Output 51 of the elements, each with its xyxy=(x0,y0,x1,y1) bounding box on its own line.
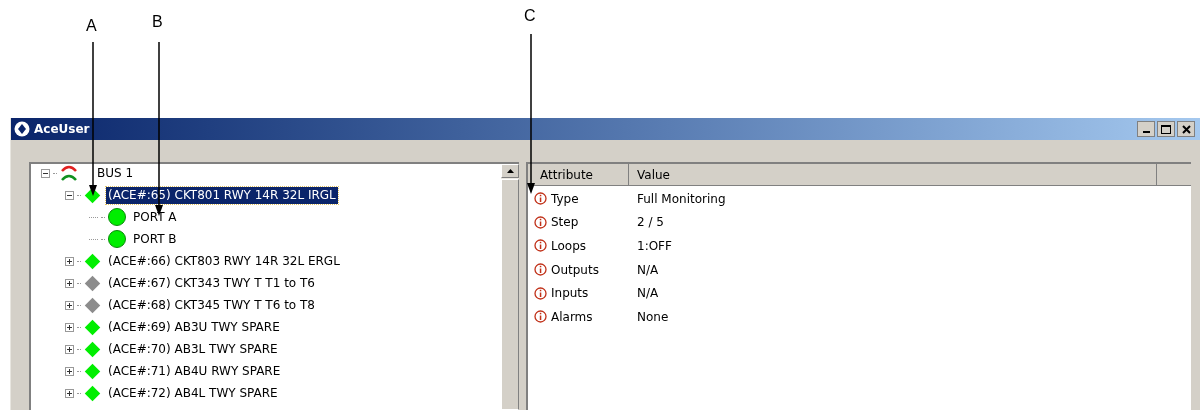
minimize-button[interactable] xyxy=(1137,121,1155,137)
scroll-up-button[interactable] xyxy=(501,164,519,179)
window-title: AceUser xyxy=(34,121,90,138)
attribute-value: Full Monitoring xyxy=(636,190,726,208)
attribute-name: Alarms xyxy=(551,308,593,326)
tree-item[interactable]: BUS 1 xyxy=(95,164,136,182)
expand-toggle-icon[interactable] xyxy=(65,256,74,266)
attribute-value: 2 / 5 xyxy=(636,214,664,232)
callout-label: B xyxy=(152,14,163,30)
app-logo-icon xyxy=(14,121,30,137)
attribute-value: N/A xyxy=(636,285,659,303)
collapse-toggle-icon[interactable] xyxy=(41,168,50,178)
attribute-name: Inputs xyxy=(551,285,589,303)
tree-item[interactable]: (ACE#:66) CKT803 RWY 14R 32L ERGL xyxy=(106,252,342,270)
attribute-name: Outputs xyxy=(551,261,599,279)
column-header[interactable]: Value xyxy=(629,164,1157,186)
expand-toggle-icon[interactable] xyxy=(65,300,74,310)
attribute-name: Loops xyxy=(551,238,587,255)
info-icon xyxy=(534,263,547,277)
info-icon xyxy=(534,192,547,206)
info-icon xyxy=(534,286,547,300)
attribute-value: N/A xyxy=(636,261,659,279)
tree-item[interactable]: (ACE#:67) CKT343 TWY T T1 to T6 xyxy=(106,274,317,292)
tree-item[interactable]: (ACE#:72) AB4L TWY SPARE xyxy=(106,384,280,402)
maximize-button[interactable] xyxy=(1157,121,1175,137)
expand-toggle-icon[interactable] xyxy=(65,322,74,332)
callout-label: C xyxy=(524,8,536,24)
tree-item[interactable]: (ACE#:70) AB3L TWY SPARE xyxy=(106,340,280,358)
close-icon xyxy=(1181,124,1191,134)
tree-item[interactable]: (ACE#:71) AB4U RWY SPARE xyxy=(106,362,283,380)
tree-item[interactable]: (ACE#:65) CKT801 RWY 14R 32L IRGL xyxy=(106,186,338,204)
expand-toggle-icon[interactable] xyxy=(65,388,74,398)
info-icon xyxy=(534,310,547,324)
info-icon xyxy=(534,215,547,229)
close-button[interactable] xyxy=(1177,121,1195,137)
tree-item[interactable]: (ACE#:69) AB3U TWY SPARE xyxy=(106,318,282,336)
attribute-name: Type xyxy=(551,190,579,208)
info-icon xyxy=(534,239,547,253)
tree-item[interactable]: (ACE#:68) CKT345 TWY T T6 to T8 xyxy=(106,296,317,314)
expand-toggle-icon[interactable] xyxy=(65,278,74,288)
expand-toggle-icon[interactable] xyxy=(65,344,74,354)
expand-toggle-icon[interactable] xyxy=(65,366,74,376)
attribute-name: Step xyxy=(551,214,579,232)
bus-icon xyxy=(60,164,78,182)
collapse-toggle-icon[interactable] xyxy=(65,190,74,200)
attribute-value: None xyxy=(636,308,669,326)
attribute-value: 1:OFF xyxy=(636,238,672,255)
up-arrow-icon xyxy=(506,169,514,174)
tree-item[interactable]: PORT A xyxy=(131,208,179,226)
callout-label: A xyxy=(86,18,97,34)
tree-item[interactable]: PORT B xyxy=(131,230,179,248)
